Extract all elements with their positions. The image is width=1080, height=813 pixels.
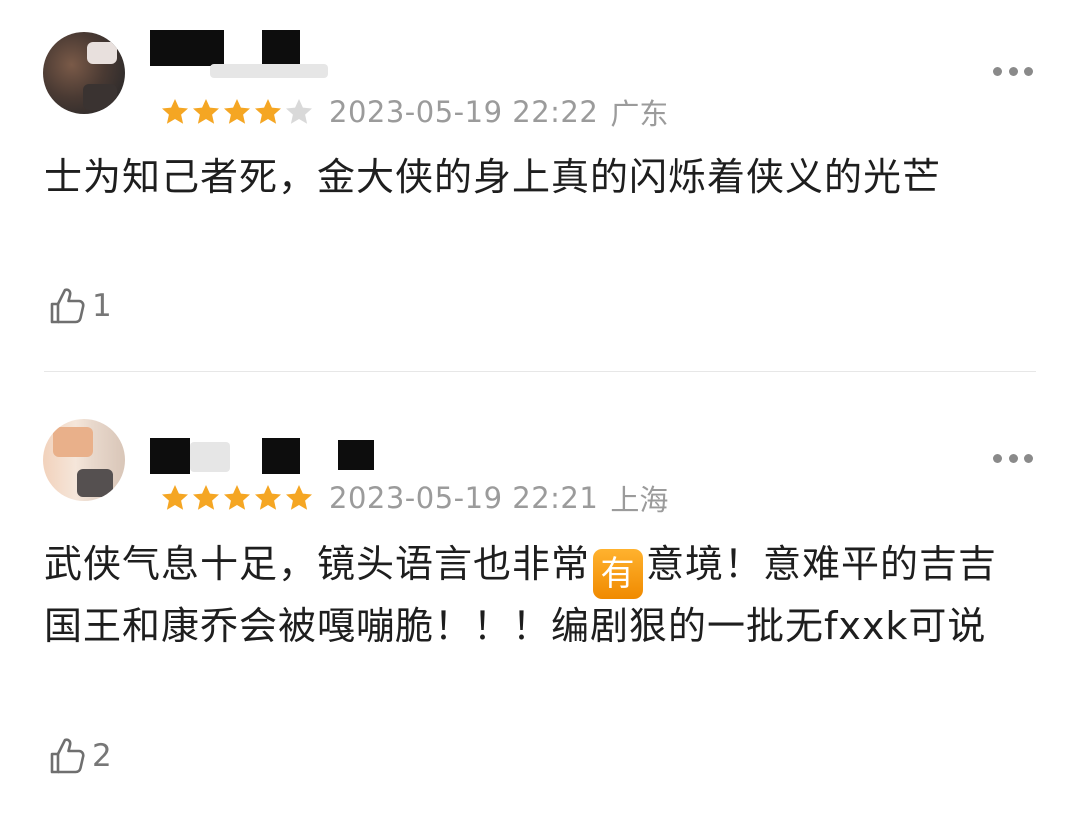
- comment-date: 2023-05-19 22:22: [329, 95, 599, 129]
- avatar[interactable]: [43, 419, 125, 501]
- star-filled-icon: [162, 99, 188, 124]
- username-redaction: [190, 442, 230, 472]
- username-redaction: [262, 30, 300, 66]
- avatar-blur: [53, 427, 93, 457]
- comment-location: 广东: [610, 97, 669, 131]
- comment-text: 士为知己者死，金大侠的身上真的闪烁着侠义的光芒: [44, 155, 942, 199]
- star-empty-icon: [286, 99, 312, 124]
- star-filled-icon: [162, 485, 188, 510]
- like-button[interactable]: 2: [46, 734, 112, 778]
- like-count: 1: [92, 288, 112, 324]
- star-rating: [160, 483, 315, 513]
- username-redaction: [210, 64, 328, 78]
- username-redaction: [338, 440, 374, 470]
- star-filled-icon: [224, 99, 250, 124]
- you-emoji-icon: 有: [593, 549, 644, 599]
- star-filled-icon: [193, 485, 219, 510]
- star-filled-icon: [224, 485, 250, 510]
- comment-text: 武侠气息十足，镜头语言也非常有意境！意难平的吉吉国王和康乔会被嘎嘣脆！！！编剧狠…: [44, 537, 1034, 653]
- star-filled-icon: [255, 485, 281, 510]
- like-button[interactable]: 1: [46, 284, 112, 328]
- divider: [44, 371, 1036, 372]
- comment-text-part: 武侠气息十足，镜头语言也非常: [44, 542, 591, 586]
- thumbs-up-icon: [50, 288, 85, 324]
- comment-location: 上海: [610, 483, 669, 517]
- like-count: 2: [92, 738, 112, 774]
- avatar-blur: [87, 42, 117, 64]
- star-filled-icon: [193, 99, 219, 124]
- comment-date: 2023-05-19 22:21: [329, 481, 599, 515]
- avatar[interactable]: [43, 32, 125, 114]
- thumbs-up-icon: [50, 738, 85, 774]
- star-filled-icon: [255, 99, 281, 124]
- avatar-blur: [83, 84, 117, 110]
- username-redaction: [150, 30, 224, 66]
- star-rating: [160, 97, 315, 127]
- more-dots-icon[interactable]: [993, 452, 1033, 464]
- comment-meta: 2023-05-19 22:21 上海: [160, 478, 668, 518]
- username-redaction: [150, 438, 190, 474]
- comment-meta: 2023-05-19 22:22 广东: [160, 92, 668, 132]
- star-filled-icon: [286, 485, 312, 510]
- avatar-blur: [77, 469, 113, 497]
- more-dots-icon[interactable]: [993, 65, 1033, 77]
- username-redaction: [262, 438, 300, 474]
